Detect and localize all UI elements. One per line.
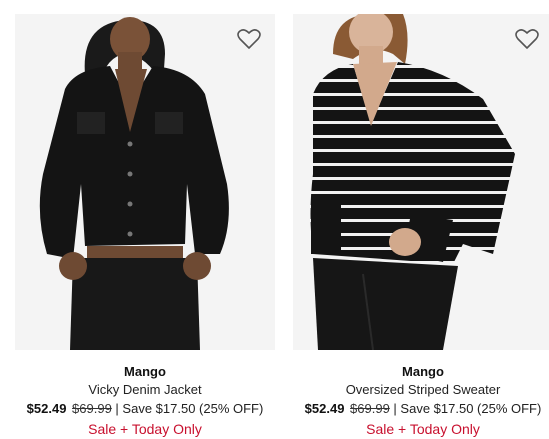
product-price: $52.49 $69.99 | Save $17.50 (25% OFF)	[15, 400, 275, 418]
promo-label: Sale + Today Only	[88, 421, 202, 437]
price-separator: |	[389, 401, 401, 416]
product-image[interactable]	[15, 14, 275, 350]
product-image[interactable]	[293, 14, 549, 350]
product-price: $52.49 $69.99 | Save $17.50 (25% OFF)	[293, 400, 549, 418]
savings-text: Save $17.50 (25% OFF)	[400, 401, 542, 416]
product-brand: Mango	[124, 364, 166, 379]
promo-label: Sale + Today Only	[366, 421, 480, 437]
product-grid: Mango Vicky Denim Jacket $52.49 $69.99 |…	[0, 0, 549, 439]
denim-jacket-photo	[15, 14, 275, 350]
price-separator: |	[111, 401, 123, 416]
product-card[interactable]: Mango Oversized Striped Sweater $52.49 $…	[293, 14, 549, 439]
original-price: $69.99	[72, 401, 112, 416]
savings-text: Save $17.50 (25% OFF)	[122, 401, 264, 416]
product-card[interactable]: Mango Vicky Denim Jacket $52.49 $69.99 |…	[15, 14, 275, 439]
product-brand: Mango	[402, 364, 444, 379]
striped-sweater-photo	[293, 14, 549, 350]
favorite-heart-icon[interactable]	[515, 28, 539, 50]
sale-price: $52.49	[304, 401, 345, 416]
product-name[interactable]: Oversized Striped Sweater	[293, 381, 549, 399]
sale-price: $52.49	[26, 401, 67, 416]
original-price: $69.99	[350, 401, 390, 416]
product-name[interactable]: Vicky Denim Jacket	[15, 381, 275, 399]
favorite-heart-icon[interactable]	[237, 28, 261, 50]
